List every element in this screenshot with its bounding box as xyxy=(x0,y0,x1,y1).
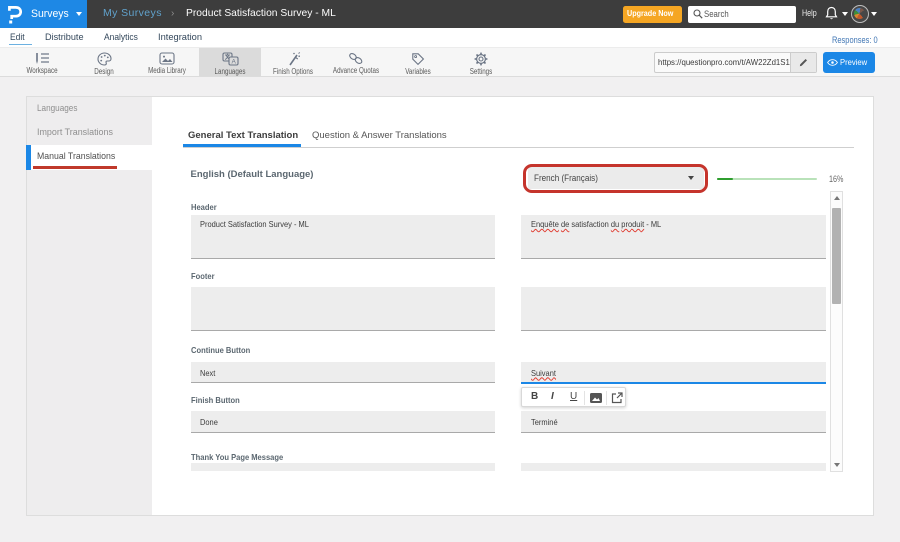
svg-text:A: A xyxy=(231,58,236,65)
